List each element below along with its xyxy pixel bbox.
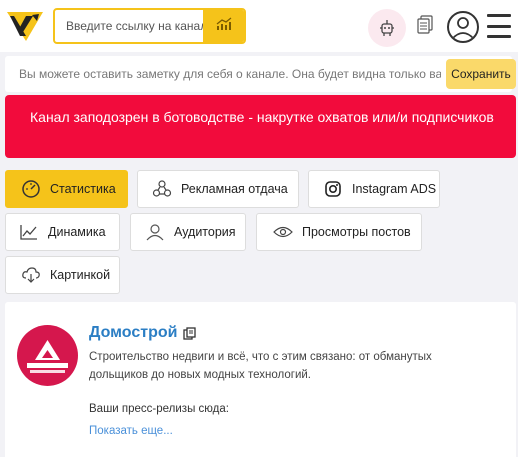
robot-icon[interactable] [368,9,406,47]
channel-avatar[interactable] [17,325,78,386]
tab-post-views[interactable]: Просмотры постов [256,213,422,251]
tab-label: Статистика [50,182,116,196]
note-input[interactable]: Вы можете оставить заметку для себя о ка… [19,67,441,81]
copy-icon[interactable] [182,326,196,340]
save-note-button[interactable]: Сохранить [446,59,516,89]
tab-as-image[interactable]: Картинкой [5,256,120,294]
tab-dynamics[interactable]: Динамика [5,213,120,251]
channel-card: Домострой Строительство недвиги и всё, ч… [5,302,516,457]
tab-ads-return[interactable]: Рекламная отдача [137,170,299,208]
tab-label: Аудитория [174,225,236,239]
channel-description: Строительство недвиги и всё, что с этим … [89,351,432,381]
menu-icon[interactable] [486,14,512,38]
tab-statistics[interactable]: Статистика [5,170,128,208]
cloud-download-icon [20,264,42,286]
ads-icon [151,178,173,200]
show-more-link[interactable]: Показать еще... [89,425,173,437]
tab-label: Просмотры постов [302,225,411,239]
tab-instagram-ads[interactable]: Instagram ADS [308,170,440,208]
top-header [0,0,518,52]
tab-label: Картинкой [50,268,111,282]
audience-icon [144,221,166,243]
logo-icon[interactable] [6,10,44,42]
search-button[interactable] [203,10,244,42]
user-icon[interactable] [447,11,479,43]
analytics-icon [216,16,232,36]
tab-label: Рекламная отдача [181,182,288,196]
tab-label: Динамика [48,225,106,239]
speedometer-icon [20,178,42,200]
channel-name[interactable]: Домострой [89,324,177,342]
search-input[interactable] [55,10,203,42]
tab-audience[interactable]: Аудитория [130,213,246,251]
press-release-label: Ваши пресс-релизы сюда: [89,403,229,415]
channel-title[interactable]: Домострой [89,324,196,342]
eye-icon [272,221,294,243]
tab-label: Instagram ADS [352,182,437,196]
cards-icon[interactable] [414,12,436,38]
instagram-icon [322,178,344,200]
bot-warning-alert: Канал заподозрен в ботоводстве - накрутк… [5,95,516,158]
chart-icon [18,221,40,243]
channel-note: Вы можете оставить заметку для себя о ка… [5,56,516,92]
channel-search [53,8,246,44]
